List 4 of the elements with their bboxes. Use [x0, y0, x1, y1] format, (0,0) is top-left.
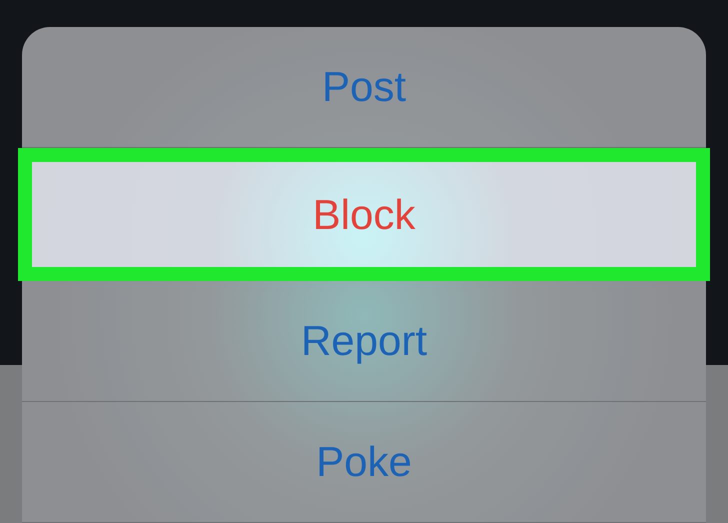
action-option[interactable]: Post: [314, 66, 414, 108]
action-option[interactable]: Block: [304, 194, 424, 236]
action-option[interactable]: Report: [292, 320, 436, 362]
action-option[interactable]: Poke: [308, 441, 420, 484]
